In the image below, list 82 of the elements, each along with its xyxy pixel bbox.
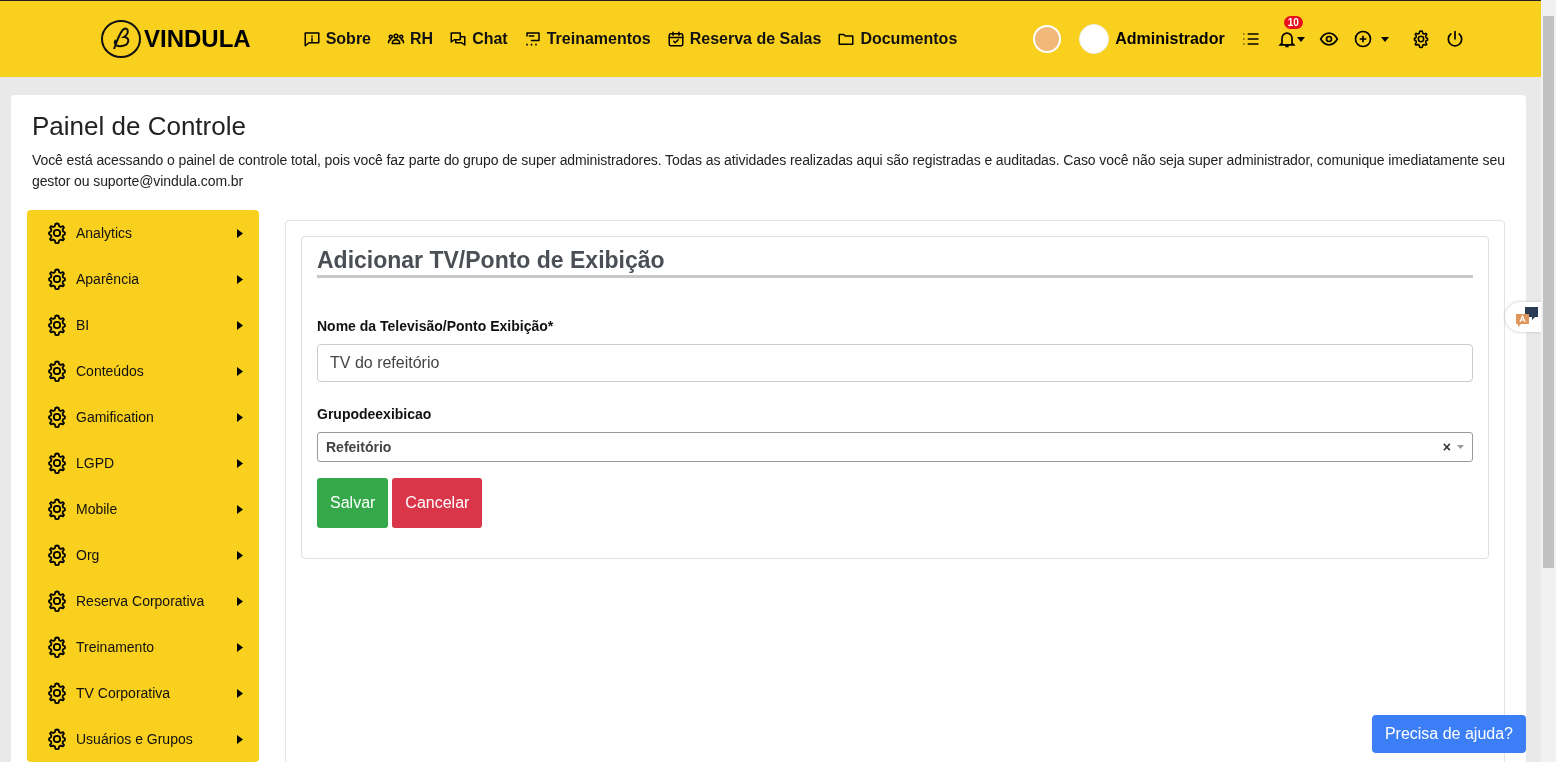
caret-icon (237, 734, 243, 744)
gear-icon (45, 405, 69, 429)
sidebar-item[interactable]: Treinamento (27, 624, 259, 670)
sidebar-item-label: BI (76, 317, 91, 333)
gear-icon (45, 267, 69, 291)
caret-icon (237, 228, 243, 238)
caret-icon (237, 320, 243, 330)
gear-icon (45, 635, 69, 659)
logo-icon (100, 19, 142, 59)
calendar-icon (666, 30, 685, 48)
sidebar-item-label: Mobile (76, 501, 119, 517)
eye-icon[interactable] (1318, 29, 1339, 49)
caret-icon (237, 366, 243, 376)
page-description: Você está acessando o painel de controle total, pois você faz parte do grupo de super administradores. Todas as atividades realizadas aqui são registradas e auditadas. Caso você não seja super administrador, comunique imediatamente seu gestor ou suporte@vindula.com.br (32, 151, 1505, 191)
gear-icon (45, 727, 69, 751)
sidebar-item-label: Usuários e Grupos (76, 731, 194, 747)
sidebar-item-label: Gamification (76, 409, 155, 425)
sidebar-item-label: LGPD (76, 455, 116, 471)
nav-link[interactable]: Chat (449, 30, 508, 48)
caret-icon (237, 458, 243, 468)
scrollbar[interactable] (1541, 0, 1556, 762)
sidebar-item-label: Reserva Corporativa (76, 593, 206, 609)
sidebar-item[interactable]: TV Corporativa (27, 670, 259, 716)
select-value: Refeitório (326, 439, 393, 455)
plus-circle-icon[interactable] (1352, 29, 1373, 49)
page-title: Painel de Controle (32, 111, 247, 142)
gear-icon (45, 359, 69, 383)
user-name[interactable]: Administrador (1115, 30, 1225, 48)
caret-icon (237, 688, 243, 698)
caret-icon (237, 412, 243, 422)
gear-icon (45, 313, 69, 337)
gear-icon (45, 497, 69, 521)
nav-link[interactable]: Reserva de Salas (666, 30, 822, 48)
field-label: Nome da Televisão/Ponto Exibição* (317, 318, 555, 334)
sidebar-item-label: TV Corporativa (76, 685, 172, 701)
info-icon (302, 30, 321, 48)
clear-button[interactable]: × (1442, 439, 1451, 455)
sidebar-item[interactable]: Org (27, 532, 259, 578)
caret-icon[interactable] (1296, 36, 1305, 42)
logo-text: VINDULA (144, 25, 251, 53)
caret-icon (237, 596, 243, 606)
input-field[interactable]: TV do refeitório (317, 344, 1473, 382)
gear-icon (45, 221, 69, 245)
sidebar-item-label: Treinamento (76, 639, 156, 655)
nav-link[interactable]: Treinamentos (523, 30, 651, 48)
caret-icon (237, 274, 243, 284)
gear-icon (45, 451, 69, 475)
form-title: Adicionar TV/Ponto de Exibição (317, 245, 1473, 278)
caret-icon (237, 504, 243, 514)
sidebar-item-label: Org (76, 547, 101, 563)
sidebar-item[interactable]: Conteúdos (27, 348, 259, 394)
sidebar-item[interactable]: BI (27, 302, 259, 348)
help-button[interactable]: Precisa de ajuda? (1371, 715, 1526, 753)
sidebar-item[interactable]: Reserva Corporativa (27, 578, 259, 624)
select-field[interactable]: Refeitório × (317, 432, 1473, 462)
caret-icon (237, 550, 243, 560)
cancel-button[interactable]: Cancelar (392, 478, 483, 528)
chat-icon (449, 30, 468, 48)
dropdown-arrow-icon (1457, 445, 1464, 449)
field-label: Grupodeexibicao (317, 406, 433, 422)
nav-link[interactable]: Documentos (837, 30, 958, 48)
sidebar-item-label: Analytics (76, 225, 134, 241)
notification-badge: 10 (1283, 16, 1303, 29)
sidebar-item[interactable]: Gamification (27, 394, 259, 440)
sidebar-item[interactable]: Usuários e Grupos (27, 716, 259, 762)
speech-bubbles-icon (1515, 306, 1539, 328)
gear-icon (45, 681, 69, 705)
caret-icon[interactable] (1380, 36, 1389, 42)
sidebar-item[interactable]: Aparência (27, 256, 259, 302)
gear-icon (45, 589, 69, 613)
sidebar-item[interactable]: Analytics (27, 210, 259, 256)
nav-link[interactable]: RH (387, 30, 434, 48)
training-icon (523, 30, 542, 48)
translate-button[interactable] (1505, 302, 1541, 332)
sidebar-item-label: Conteúdos (76, 363, 145, 379)
caret-icon (237, 642, 243, 652)
bell-icon[interactable] (1276, 29, 1297, 49)
sidebar-item[interactable]: Mobile (27, 486, 259, 532)
gear-icon (45, 543, 69, 567)
nav-link[interactable]: Sobre (302, 30, 371, 48)
sidebar-item[interactable]: LGPD (27, 440, 259, 486)
sidebar-item-label: Aparência (76, 271, 141, 287)
